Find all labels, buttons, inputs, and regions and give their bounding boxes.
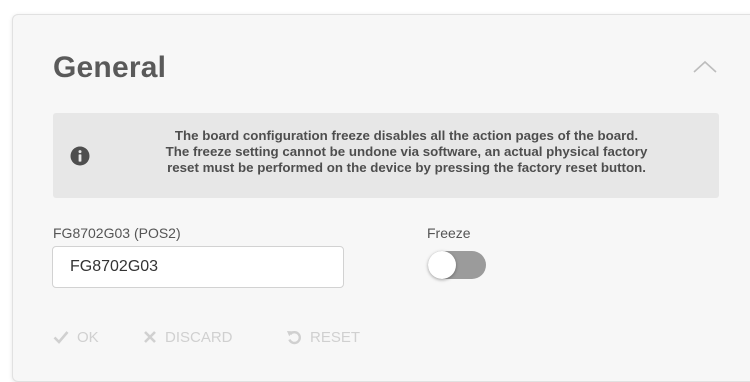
undo-icon <box>286 329 302 345</box>
info-message: The board configuration freeze disables … <box>104 128 709 176</box>
info-line-2: The freeze setting cannot be undone via … <box>165 144 648 159</box>
check-icon <box>53 330 69 344</box>
discard-label: DISCARD <box>165 328 233 346</box>
discard-button[interactable]: DISCARD <box>143 327 233 347</box>
freeze-toggle[interactable] <box>428 251 486 279</box>
name-input[interactable] <box>52 246 344 288</box>
ok-button[interactable]: OK <box>53 327 99 347</box>
reset-label: RESET <box>310 328 361 346</box>
section-title: General <box>53 51 167 84</box>
ok-label: OK <box>77 328 99 346</box>
reset-button[interactable]: RESET <box>286 327 360 347</box>
x-icon <box>143 330 157 344</box>
general-card: General The board configuration freeze d… <box>12 14 750 382</box>
info-line-3: reset must be performed on the device by… <box>167 160 646 175</box>
info-box: The board configuration freeze disables … <box>53 113 719 198</box>
toggle-knob <box>428 251 456 279</box>
info-line-1: The board configuration freeze disables … <box>174 128 639 143</box>
freeze-label: Freeze <box>427 225 471 241</box>
collapse-button[interactable] <box>691 57 719 77</box>
chevron-up-icon <box>691 57 719 77</box>
info-circle-icon <box>70 146 90 166</box>
name-field-label: FG8702G03 (POS2) <box>53 225 181 241</box>
